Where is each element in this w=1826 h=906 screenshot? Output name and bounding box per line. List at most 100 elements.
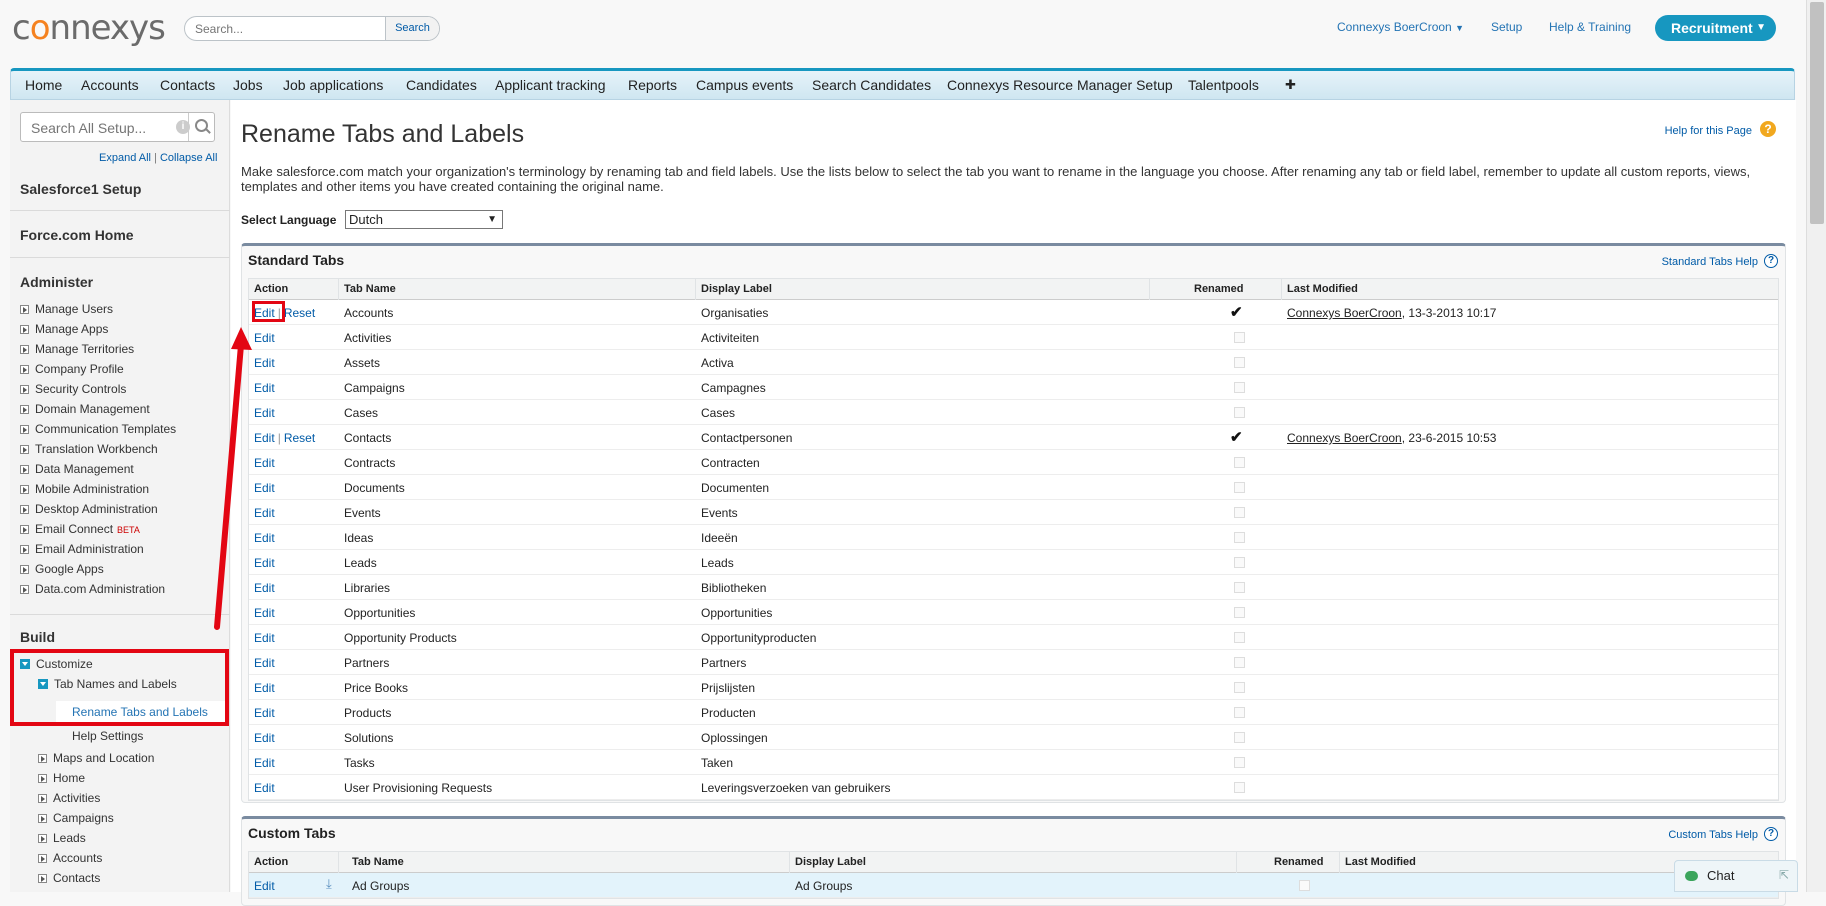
action-cell: Edit <box>254 656 275 670</box>
sidebar-item-manage-territories[interactable]: Manage Territories <box>20 342 134 356</box>
vertical-scrollbar[interactable] <box>1806 0 1826 892</box>
tab-jobs[interactable]: Jobs <box>233 77 263 93</box>
sidebar-item-data-management[interactable]: Data Management <box>20 462 134 476</box>
edit-link[interactable]: Edit <box>254 731 275 745</box>
search-icon[interactable] <box>188 113 214 141</box>
edit-link[interactable]: Edit <box>254 431 275 445</box>
tab-talentpools[interactable]: Talentpools <box>1188 77 1259 93</box>
sidebar-item-desktop-administration[interactable]: Desktop Administration <box>20 502 158 516</box>
display-label-cell: Cases <box>701 406 736 420</box>
global-search-button[interactable]: Search <box>385 17 439 40</box>
edit-link[interactable]: Edit <box>254 879 275 893</box>
sidebar-item-manage-users[interactable]: Manage Users <box>20 302 113 316</box>
global-search-input[interactable] <box>193 20 389 38</box>
edit-link[interactable]: Edit <box>254 581 275 595</box>
tab-job-applications[interactable]: Job applications <box>283 77 383 93</box>
edit-link[interactable]: Edit <box>254 331 275 345</box>
tab-home[interactable]: Home <box>25 77 62 93</box>
setup-search: i <box>20 112 215 142</box>
edit-link[interactable]: Edit <box>254 506 275 520</box>
sidebar-item-label: Maps and Location <box>53 751 155 765</box>
chat-widget[interactable]: Chat ⇱ <box>1674 860 1798 892</box>
sidebar-item-email-connect[interactable]: Email Connect BETA <box>20 522 140 536</box>
sidebar-item-campaigns[interactable]: Campaigns <box>38 811 114 825</box>
sidebar-item-communication-templates[interactable]: Communication Templates <box>20 422 176 436</box>
setup-search-input[interactable] <box>29 119 169 137</box>
edit-link[interactable]: Edit <box>254 781 275 795</box>
collapse-all-link[interactable]: Collapse All <box>160 152 217 164</box>
tab-accounts[interactable]: Accounts <box>81 77 139 93</box>
connexys-logo[interactable]: connexys <box>12 8 166 48</box>
sidebar-item-mobile-administration[interactable]: Mobile Administration <box>20 482 149 496</box>
sidebar-item-email-administration[interactable]: Email Administration <box>20 542 144 556</box>
edit-link[interactable]: Edit <box>254 606 275 620</box>
scrollbar-thumb[interactable] <box>1810 2 1824 224</box>
edit-link[interactable]: Edit <box>254 631 275 645</box>
tab-reports[interactable]: Reports <box>628 77 677 93</box>
main-content: Rename Tabs and Labels Help for this Pag… <box>231 100 1796 906</box>
sidebar-item-datacom-administration[interactable]: Data.com Administration <box>20 582 165 596</box>
force-home-link[interactable]: Force.com Home <box>20 227 134 243</box>
setup-link[interactable]: Setup <box>1491 20 1522 34</box>
sidebar-item-maps-location[interactable]: Maps and Location <box>38 751 154 765</box>
sidebar-item-google-apps[interactable]: Google Apps <box>20 562 104 576</box>
edit-link[interactable]: Edit <box>254 531 275 545</box>
intro-text: Make salesforce.com match your organizat… <box>241 164 1751 194</box>
tab-candidates[interactable]: Candidates <box>406 77 477 93</box>
custom-tabs-help-link[interactable]: Custom Tabs Help <box>1668 829 1758 841</box>
sidebar-item-home[interactable]: Home <box>38 771 85 785</box>
standard-tabs-help-link[interactable]: Standard Tabs Help <box>1662 256 1758 268</box>
renamed-checkbox <box>1234 732 1245 743</box>
expand-icon <box>20 545 29 554</box>
sidebar-item-manage-apps[interactable]: Manage Apps <box>20 322 108 336</box>
sidebar-item-help-settings[interactable]: Help Settings <box>72 729 143 743</box>
sidebar-item-activities[interactable]: Activities <box>38 791 100 805</box>
edit-link[interactable]: Edit <box>254 556 275 570</box>
edit-link[interactable]: Edit <box>254 456 275 470</box>
help-for-page-link[interactable]: Help for this Page <box>1665 125 1752 137</box>
language-select[interactable]: Dutch ▼ <box>345 210 503 229</box>
popout-icon[interactable]: ⇱ <box>1779 868 1789 882</box>
sidebar-item-accounts[interactable]: Accounts <box>38 851 102 865</box>
edit-link[interactable]: Edit <box>254 381 275 395</box>
user-menu[interactable]: Connexys BoerCroon ▼ <box>1337 20 1464 34</box>
edit-link[interactable]: Edit <box>254 406 275 420</box>
help-icon[interactable]: ? <box>1764 827 1778 841</box>
sidebar-item-company-profile[interactable]: Company Profile <box>20 362 124 376</box>
edit-link[interactable]: Edit <box>254 356 275 370</box>
edit-link[interactable]: Edit <box>254 706 275 720</box>
divider <box>10 614 230 615</box>
tab-contacts[interactable]: Contacts <box>160 77 215 93</box>
sidebar-item-label: Email Connect <box>35 522 114 536</box>
modified-by-link[interactable]: Connexys BoerCroon <box>1287 306 1402 320</box>
sidebar-item-translation-workbench[interactable]: Translation Workbench <box>20 442 158 456</box>
tab-applicant-tracking[interactable]: Applicant tracking <box>495 77 606 93</box>
tab-name-cell: Tasks <box>344 756 375 770</box>
edit-link[interactable]: Edit <box>254 756 275 770</box>
salesforce1-setup-link[interactable]: Salesforce1 Setup <box>20 181 141 197</box>
expand-all-link[interactable]: Expand All <box>99 152 151 164</box>
renamed-checkbox <box>1234 532 1245 543</box>
table-row: Edit Partners Partners <box>249 650 1778 675</box>
tab-resource-manager-setup[interactable]: Connexys Resource Manager Setup <box>947 77 1173 93</box>
add-tab-icon[interactable]: ✚ <box>1285 77 1296 93</box>
tab-search-candidates[interactable]: Search Candidates <box>812 77 931 93</box>
edit-link[interactable]: Edit <box>254 481 275 495</box>
tab-name-cell: Cases <box>344 406 379 420</box>
sidebar-item-domain-management[interactable]: Domain Management <box>20 402 150 416</box>
sidebar-item-security-controls[interactable]: Security Controls <box>20 382 126 396</box>
help-training-link[interactable]: Help & Training <box>1549 20 1631 34</box>
reset-link[interactable]: Reset <box>284 306 315 320</box>
sidebar-item-leads[interactable]: Leads <box>38 831 86 845</box>
edit-link[interactable]: Edit <box>254 656 275 670</box>
action-cell: Edit <box>254 631 275 645</box>
table-row: Edit Cases Cases <box>249 400 1778 425</box>
help-icon[interactable]: ? <box>1764 254 1778 268</box>
sidebar-item-contacts[interactable]: Contacts <box>38 871 100 885</box>
help-icon[interactable]: ? <box>1760 121 1776 137</box>
edit-link[interactable]: Edit <box>254 681 275 695</box>
reset-link[interactable]: Reset <box>284 431 315 445</box>
modified-by-link[interactable]: Connexys BoerCroon <box>1287 431 1402 445</box>
tab-campus-events[interactable]: Campus events <box>696 77 793 93</box>
app-switcher-button[interactable]: Recruitment ▼ <box>1655 15 1776 41</box>
